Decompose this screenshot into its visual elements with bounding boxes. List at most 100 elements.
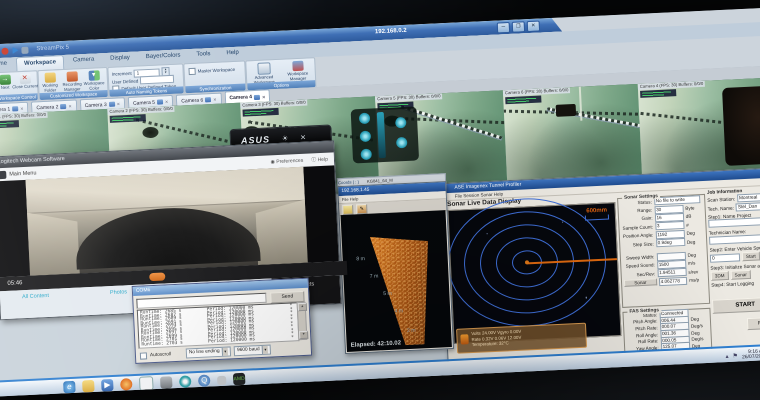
field-unit: ms/p	[689, 277, 706, 283]
help-button[interactable]: ⓘ Help	[311, 156, 328, 164]
group-synchronization: Master Workspace Synchronization	[183, 60, 246, 94]
firefox-icon[interactable]	[120, 378, 133, 391]
init-3dm-button[interactable]: 3DM	[711, 270, 729, 280]
close-icon[interactable]: ✕	[165, 99, 169, 104]
main-menu-button[interactable]: Main Menu	[9, 170, 36, 177]
camera-tab-label: Camera 5	[133, 99, 155, 106]
system-tray: ▴ ⚑ 9:16 AM 26/07/2011	[725, 349, 760, 362]
camera-icon	[109, 102, 115, 107]
init-sonar-button[interactable]: Sonar	[730, 269, 751, 279]
autoscroll-label: Autoscroll	[150, 352, 171, 358]
start-speed-button[interactable]: Start	[742, 252, 760, 262]
tab-photos[interactable]: Photos	[110, 289, 127, 296]
preferences-button[interactable]: ◉ Preferences	[270, 157, 303, 165]
camera-feed: Camera 4 (FPS: 30) Buffers: 0/0/0	[638, 77, 760, 180]
group-workspace-control: → Next ✕ Close Current Workspace Control	[0, 70, 39, 103]
workspace-manager-button[interactable]: Workspace Manager	[282, 60, 313, 82]
field-value[interactable]: 4.062778	[659, 277, 688, 286]
job-information-group: Job Information Scan Station: Montreal T…	[707, 186, 760, 287]
range-label: 7 m	[370, 274, 379, 280]
crawler-wheel	[396, 137, 408, 149]
elapsed-timer: Elapsed: 42:10.02	[351, 340, 402, 348]
app-icon[interactable]	[217, 375, 226, 384]
speed-input[interactable]: 0	[710, 253, 740, 262]
scroll-down-icon[interactable]: ▼	[299, 331, 308, 339]
quicktime-icon[interactable]: Q	[198, 374, 211, 387]
minimize-button[interactable]: ─	[497, 22, 511, 34]
scan-station-label: Scan Station:	[707, 196, 735, 202]
camera-icon	[12, 106, 18, 111]
field-unit: Deg/s	[691, 336, 709, 342]
app-title: StreamPix 5	[36, 45, 69, 53]
tray-chevron-icon[interactable]: ▴	[725, 352, 728, 359]
chevron-down-icon: ▼	[221, 348, 228, 356]
start-logging-button[interactable]: START	[712, 297, 760, 314]
increment-label: Increment	[112, 71, 132, 77]
ie-icon[interactable]: e	[63, 381, 76, 394]
ribbon-tab[interactable]: Help	[219, 46, 246, 61]
step4-label: Step4: Start Logging	[711, 279, 760, 287]
close-current-button[interactable]: ✕ Close Current	[12, 73, 39, 90]
field-unit: Deg	[687, 252, 705, 258]
rope	[578, 87, 582, 121]
range-label: 2 m	[407, 328, 416, 334]
mediaplayer-icon[interactable]: ▶	[101, 379, 114, 392]
dark-equipment	[722, 85, 760, 166]
record-button[interactable]	[149, 272, 165, 281]
ribbon-tab[interactable]: Tools	[189, 48, 218, 63]
close-icon[interactable]: ✕	[262, 94, 266, 99]
pen-icon[interactable]	[21, 46, 28, 53]
field-label: Sample Count:	[621, 224, 653, 230]
restore-button[interactable]: ❐	[512, 21, 526, 33]
field-value[interactable]: 0.9deg	[656, 238, 686, 247]
group-auto-naming: Increment 1 ▲▼ User Defined Default User…	[107, 63, 184, 98]
recording-manager-icon	[66, 71, 77, 82]
close-icon[interactable]: ✕	[117, 101, 121, 106]
window-icon[interactable]	[139, 376, 154, 391]
tab-all-content[interactable]: All Content	[22, 293, 49, 300]
field-unit: s/rev	[688, 269, 706, 275]
brightness-icon[interactable]: ☀	[282, 134, 289, 142]
autoscroll-checkbox[interactable]	[140, 352, 147, 359]
technician-input[interactable]	[709, 234, 760, 245]
scan-station-value[interactable]: Montreal	[737, 192, 760, 202]
taskbar-clock[interactable]: 9:16 AM 26/07/2011	[742, 349, 760, 361]
folder-icon[interactable]	[82, 380, 95, 393]
scrollbar[interactable]: ▲ ▼	[297, 302, 308, 340]
play-icon[interactable]	[11, 47, 18, 54]
close-current-icon: ✕	[19, 74, 30, 85]
close-icon[interactable]: ✕	[300, 133, 306, 141]
amd-icon[interactable]: AMD	[233, 373, 246, 386]
tool-icon[interactable]: ✎	[356, 203, 367, 214]
user-defined-label: User Defined	[112, 78, 138, 84]
crawler-wheel	[359, 113, 371, 125]
camera-icon	[157, 99, 163, 104]
master-workspace-checkbox[interactable]	[188, 68, 195, 75]
close-icon[interactable]: ✕	[68, 104, 72, 109]
record-icon[interactable]	[1, 47, 8, 54]
camera-icon	[205, 97, 211, 102]
anchor-blob	[142, 127, 159, 139]
camera-icon[interactable]	[160, 376, 173, 389]
disc-icon[interactable]	[179, 375, 192, 388]
open-icon[interactable]	[342, 204, 353, 215]
crawler-robot	[351, 106, 419, 163]
scroll-up-icon[interactable]: ▲	[298, 303, 307, 311]
field-label: Sec/Rev:	[624, 271, 656, 277]
close-button[interactable]: ✕	[527, 21, 541, 33]
line-ending-select[interactable]: No line ending▼	[186, 346, 232, 358]
close-icon[interactable]: ✕	[213, 97, 217, 102]
ping-button[interactable]: PING	[747, 316, 760, 330]
field-unit: #	[686, 222, 704, 228]
group-customized-workspace: Working Folder Recording Manager ▾ Works…	[37, 67, 108, 101]
baud-select[interactable]: 9600 baud▼	[234, 345, 272, 357]
camera-tab-label: Camera 1	[0, 106, 10, 113]
field-unit: Byte	[685, 205, 703, 211]
workspace-color-button[interactable]: ▾ Workspace Color	[81, 70, 108, 91]
anchor-blob	[556, 104, 577, 117]
field-label: Sonar	[624, 278, 657, 287]
tech-name-value[interactable]: Stel_Dan	[736, 201, 760, 211]
close-icon[interactable]: ✕	[20, 106, 24, 111]
master-workspace-label: Master Workspace	[198, 67, 236, 74]
network-icon[interactable]: ⚑	[732, 352, 738, 359]
